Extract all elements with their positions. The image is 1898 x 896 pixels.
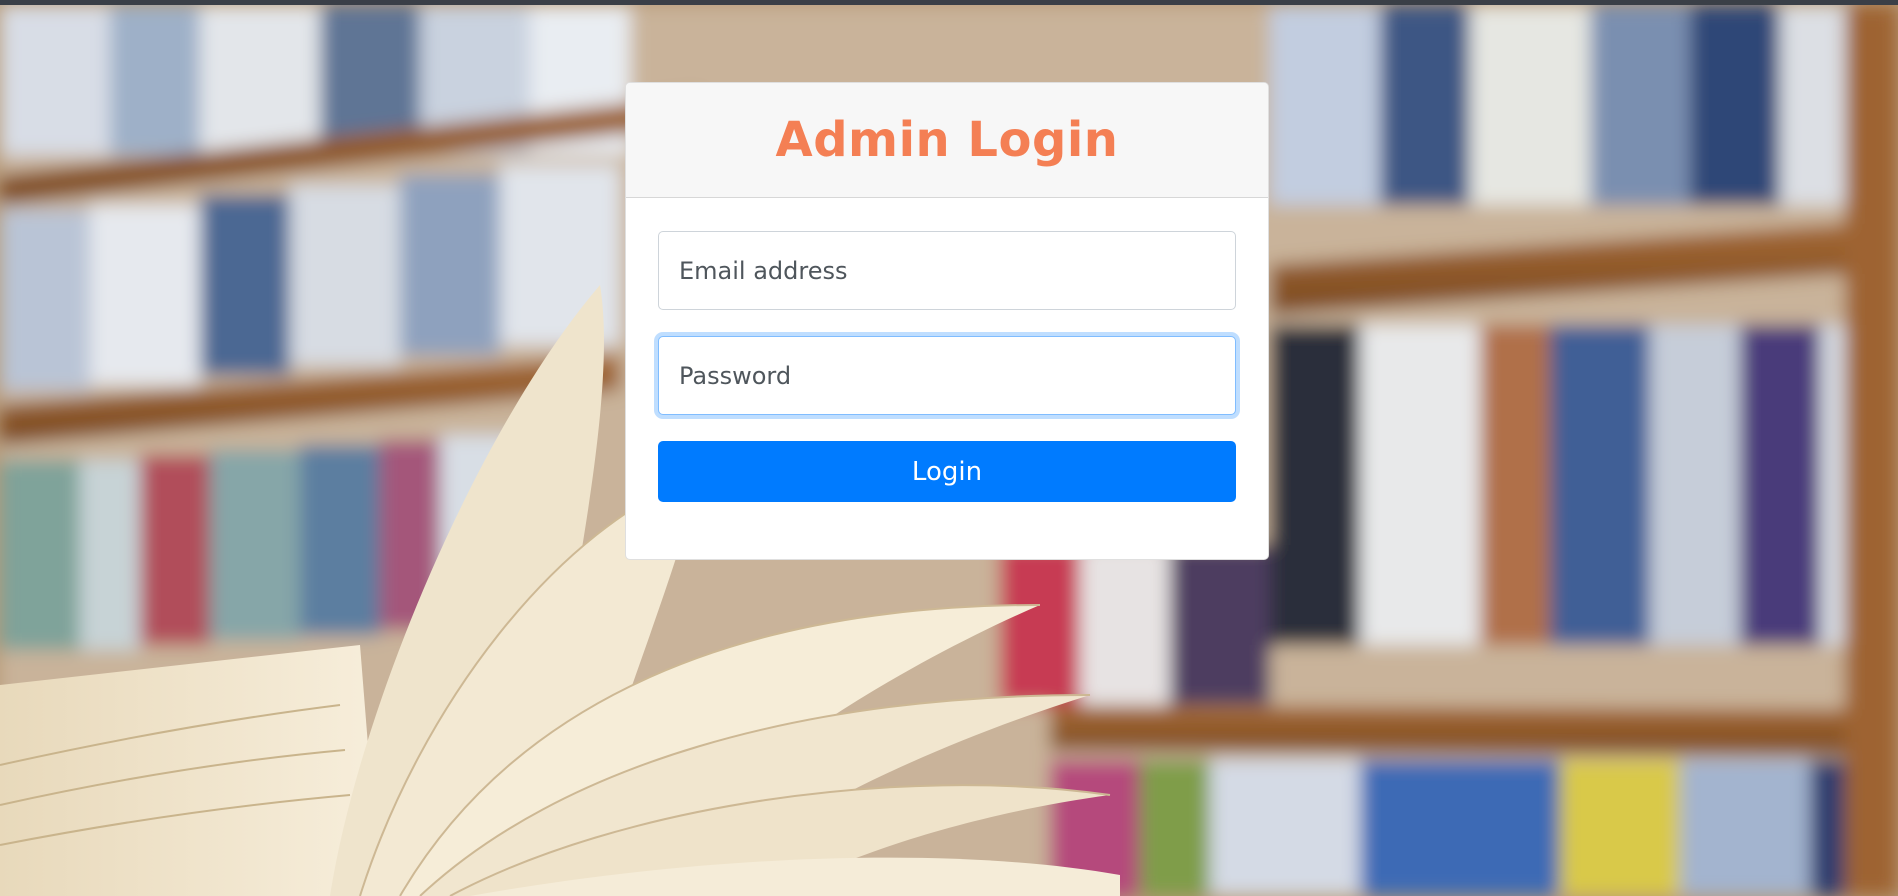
password-field[interactable] [658,336,1236,415]
window-top-border [0,0,1898,5]
login-form: Login [626,198,1268,502]
login-card: Admin Login Login [625,82,1269,560]
login-button[interactable]: Login [658,441,1236,502]
email-field[interactable] [658,231,1236,310]
login-card-header: Admin Login [626,83,1268,198]
login-title: Admin Login [775,112,1119,168]
login-page: Admin Login Login [0,0,1898,896]
